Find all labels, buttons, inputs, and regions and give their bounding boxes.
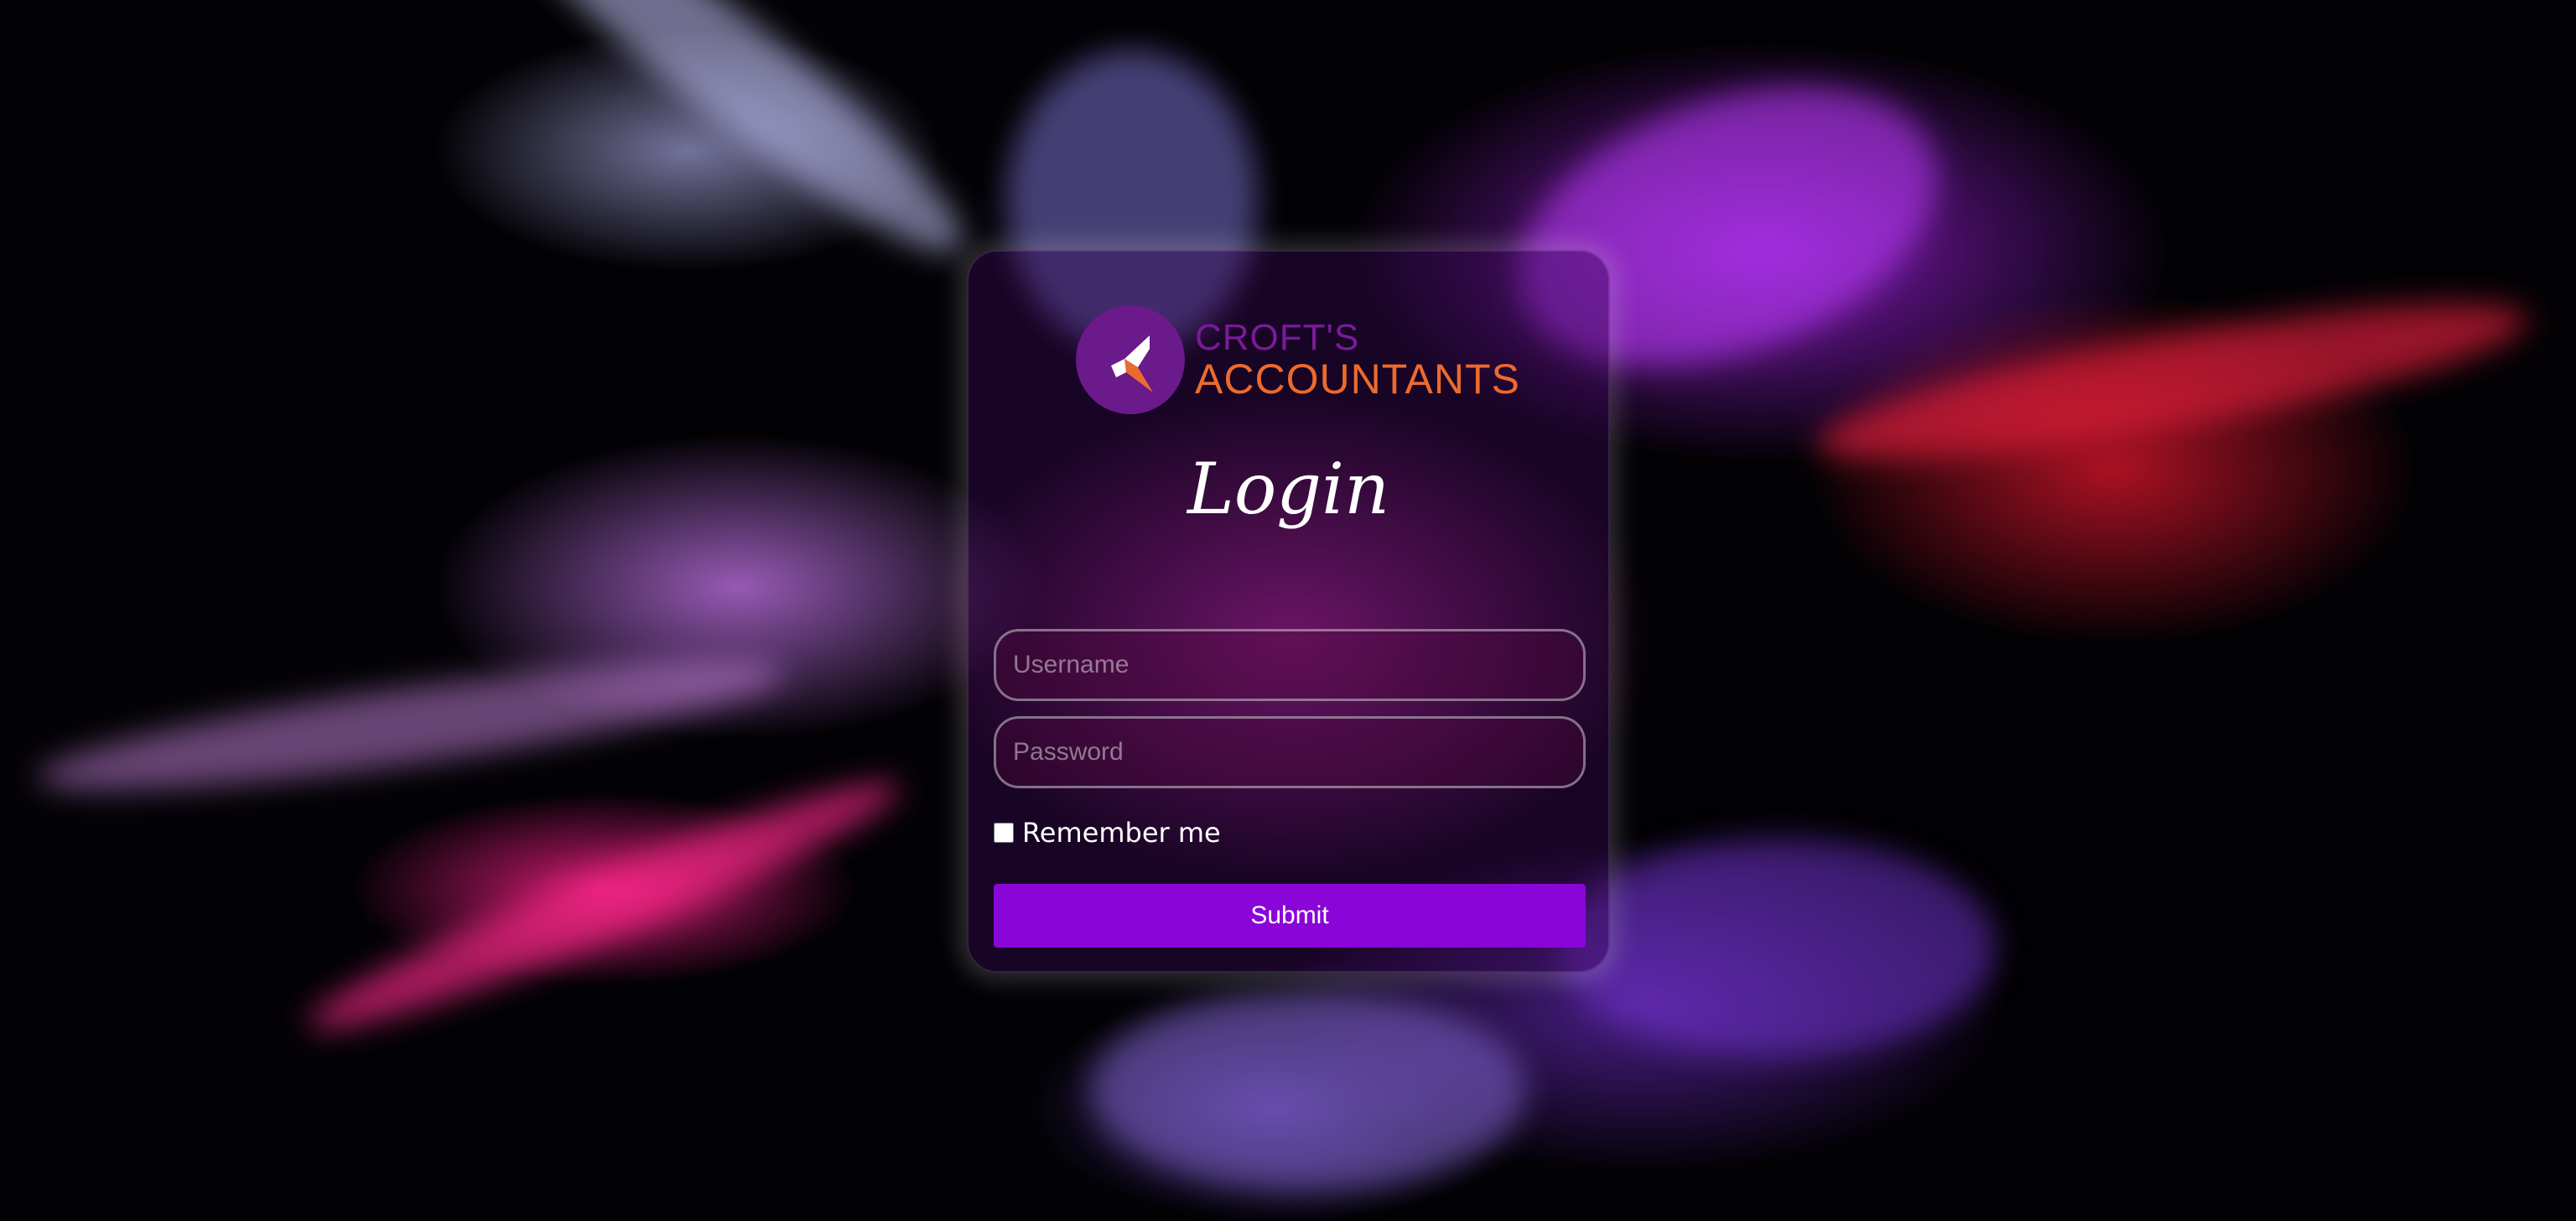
username-input[interactable] bbox=[994, 629, 1586, 701]
remember-me-row[interactable]: Remember me bbox=[994, 817, 1221, 849]
brand-logo: CROFT'S ACCOUNTANTS bbox=[1076, 305, 1520, 414]
password-input[interactable] bbox=[994, 716, 1586, 788]
remember-me-label: Remember me bbox=[1022, 817, 1221, 849]
brand-line1: CROFT'S bbox=[1195, 317, 1360, 358]
bg-streak bbox=[295, 755, 912, 1057]
bg-streak bbox=[1808, 273, 2536, 490]
page-title: Login bbox=[1187, 448, 1390, 530]
login-card: CROFT'S ACCOUNTANTS Login Remember me Su… bbox=[967, 250, 1610, 973]
remember-me-checkbox[interactable] bbox=[994, 823, 1014, 843]
brand-line2: ACCOUNTANTS bbox=[1195, 356, 1520, 403]
brand-name: CROFT'S ACCOUNTANTS bbox=[1195, 317, 1520, 403]
brand-mark-icon bbox=[1076, 305, 1185, 414]
bg-streak bbox=[1090, 990, 1526, 1191]
bg-streak bbox=[1560, 839, 1996, 1057]
bg-streak bbox=[467, 0, 992, 288]
submit-button[interactable]: Submit bbox=[994, 884, 1586, 948]
bg-streak bbox=[32, 635, 790, 816]
